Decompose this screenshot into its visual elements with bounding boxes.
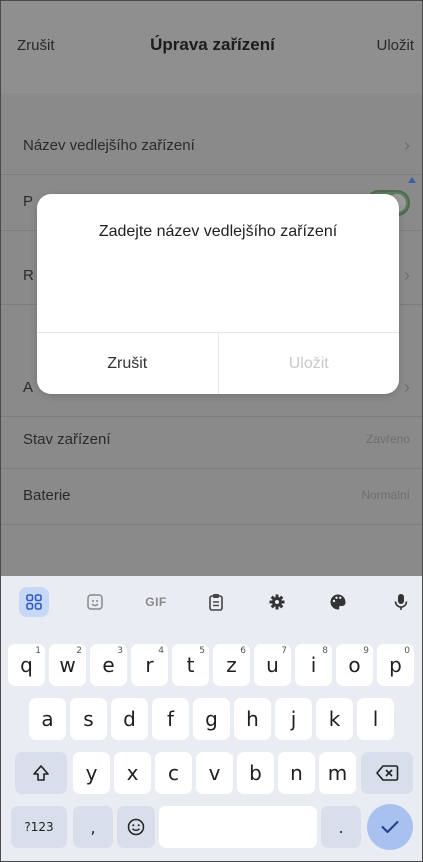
settings-row-label: R <box>23 267 34 284</box>
key-x[interactable]: x <box>114 752 151 794</box>
settings-row-battery: Baterie Normální <box>1 469 422 525</box>
top-bar: Zrušit Úprava zařízení Uložit <box>1 1 422 93</box>
microphone-icon[interactable] <box>386 587 416 617</box>
key-letter: q <box>20 653 33 677</box>
clipboard-icon[interactable] <box>201 587 231 617</box>
chevron-right-icon: › <box>404 377 410 397</box>
phone-screen: Zrušit Úprava zařízení Uložit Název vedl… <box>0 0 423 862</box>
key-letter: o <box>348 653 361 677</box>
key-letter: e <box>102 653 115 677</box>
key-w[interactable]: w2 <box>49 644 86 686</box>
header-save-button[interactable]: Uložit <box>376 37 414 54</box>
key-d[interactable]: d <box>111 698 148 740</box>
key-number-hint: 4 <box>158 646 164 656</box>
key-letter: i <box>310 653 317 677</box>
chevron-right-icon: › <box>404 135 410 155</box>
key-number-hint: 3 <box>117 646 123 656</box>
apps-grid-icon[interactable] <box>19 587 49 617</box>
settings-row-label: Název vedlejšího zařízení <box>23 137 195 154</box>
key-r[interactable]: r4 <box>131 644 168 686</box>
key-z[interactable]: z6 <box>213 644 250 686</box>
gif-button[interactable]: GIF <box>141 587 171 617</box>
key-c[interactable]: c <box>155 752 192 794</box>
key-letter: t <box>186 653 195 677</box>
keyboard-toolbar: GIF <box>1 576 422 628</box>
enter-check-key[interactable] <box>367 804 413 850</box>
key-number-hint: 7 <box>281 646 287 656</box>
key-number-hint: 1 <box>35 646 41 656</box>
period-key[interactable]: . <box>321 806 361 848</box>
key-l[interactable]: l <box>357 698 394 740</box>
key-v[interactable]: v <box>196 752 233 794</box>
dialog-title: Zadejte název vedlejšího zařízení <box>98 223 338 240</box>
key-b[interactable]: b <box>237 752 274 794</box>
key-letter: w <box>59 653 76 677</box>
key-letter: r <box>145 653 154 677</box>
settings-row-label: P <box>23 193 34 210</box>
page-title: Úprava zařízení <box>150 35 275 54</box>
key-h[interactable]: h <box>234 698 271 740</box>
dialog-actions: Zrušit Uložit <box>37 332 399 394</box>
palette-icon[interactable] <box>323 587 353 617</box>
indicator-arrow-icon <box>408 177 416 183</box>
key-number-hint: 0 <box>404 646 410 656</box>
space-bar[interactable] <box>159 806 317 848</box>
key-i[interactable]: i8 <box>295 644 332 686</box>
key-number-hint: 5 <box>199 646 205 656</box>
sticker-icon[interactable] <box>80 587 110 617</box>
key-e[interactable]: e3 <box>90 644 127 686</box>
key-n[interactable]: n <box>278 752 315 794</box>
settings-row-label: A <box>23 379 34 396</box>
settings-row-label: Stav zařízení <box>23 431 111 448</box>
key-o[interactable]: o9 <box>336 644 373 686</box>
emoji-key[interactable] <box>117 806 155 848</box>
key-j[interactable]: j <box>275 698 312 740</box>
key-letter: z <box>226 653 237 677</box>
chevron-right-icon: › <box>404 265 410 285</box>
settings-row-value: Normální <box>361 488 410 502</box>
key-number-hint: 8 <box>322 646 328 656</box>
settings-row-device-status: Stav zařízení Zavřeno <box>1 413 422 469</box>
symbols-key[interactable]: ?123 <box>11 806 67 848</box>
key-t[interactable]: t5 <box>172 644 209 686</box>
key-m[interactable]: m <box>319 752 356 794</box>
key-f[interactable]: f <box>152 698 189 740</box>
key-g[interactable]: g <box>193 698 230 740</box>
key-letter: p <box>389 653 402 677</box>
key-letter: u <box>266 653 279 677</box>
key-a[interactable]: a <box>29 698 66 740</box>
key-p[interactable]: p0 <box>377 644 414 686</box>
key-s[interactable]: s <box>70 698 107 740</box>
rename-dialog: Zadejte název vedlejšího zařízení Zrušit… <box>37 194 399 394</box>
key-q[interactable]: q1 <box>8 644 45 686</box>
key-y[interactable]: y <box>73 752 110 794</box>
key-number-hint: 9 <box>363 646 369 656</box>
settings-row-label: Baterie <box>23 487 71 504</box>
gear-icon[interactable] <box>262 587 292 617</box>
key-k[interactable]: k <box>316 698 353 740</box>
settings-row-value: Zavřeno <box>365 432 410 446</box>
key-number-hint: 6 <box>240 646 246 656</box>
comma-key[interactable]: , <box>73 806 113 848</box>
soft-keyboard: GIF q1w2e3r4t5z6u7i8o9p0 asdfghjkl y x c… <box>1 576 422 861</box>
dialog-cancel-button[interactable]: Zrušit <box>37 333 219 394</box>
key-u[interactable]: u7 <box>254 644 291 686</box>
shift-key[interactable] <box>15 752 67 794</box>
device-name-input[interactable] <box>57 266 379 306</box>
settings-row-device-name[interactable]: Název vedlejšího zařízení › <box>1 119 422 175</box>
key-number-hint: 2 <box>76 646 82 656</box>
dialog-save-button[interactable]: Uložit <box>219 333 400 394</box>
backspace-key[interactable] <box>361 752 413 794</box>
